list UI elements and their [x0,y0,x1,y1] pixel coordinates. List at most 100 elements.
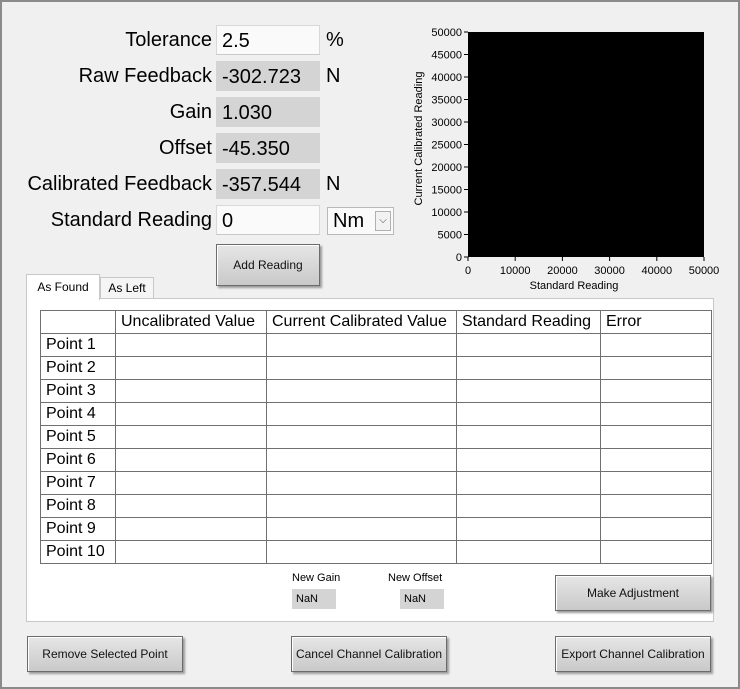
table-cell[interactable] [456,402,601,426]
table-cell[interactable] [115,333,267,357]
table-cell[interactable] [115,494,267,518]
table-cell[interactable] [600,333,712,357]
export-channel-calibration-button[interactable]: Export Channel Calibration [555,636,711,672]
table-cell[interactable] [456,494,601,518]
table-cell[interactable] [266,494,457,518]
table-cell[interactable] [266,425,457,449]
table-cell[interactable] [600,379,712,403]
calibrated-feedback-indicator: -357.544 [216,169,320,199]
table-row[interactable]: Point 9 [40,517,712,541]
table-row[interactable]: Point 6 [40,448,712,472]
row-header: Point 2 [40,356,116,380]
table-cell[interactable] [456,517,601,541]
column-header-uncalibrated-value: Uncalibrated Value [115,310,267,334]
table-cell[interactable] [266,333,457,357]
y-tick-label: 45000 [431,50,462,62]
table-row[interactable]: Point 5 [40,425,712,449]
table-row[interactable]: Point 4 [40,402,712,426]
x-tick-label: 0 [465,265,471,277]
table-cell[interactable] [600,448,712,472]
table-row[interactable]: Point 10 [40,540,712,564]
table-cell[interactable] [266,402,457,426]
table-cell[interactable] [115,356,267,380]
new-offset-label: New Offset [388,572,443,584]
row-header: Point 6 [40,448,116,472]
remove-selected-point-button[interactable]: Remove Selected Point [27,636,183,672]
table-cell[interactable] [600,517,712,541]
table-cell[interactable] [600,540,712,564]
table-cell[interactable] [115,402,267,426]
new-gain-label: New Gain [292,572,341,584]
table-cell[interactable] [266,540,457,564]
tolerance-unit: % [326,29,344,51]
table-cell[interactable] [600,425,712,449]
table-cell[interactable] [115,379,267,403]
offset-indicator: -45.350 [216,133,320,163]
table-cell[interactable] [266,517,457,541]
table-cell[interactable] [456,448,601,472]
table-cell[interactable] [266,448,457,472]
standard-reading-input[interactable]: 0 [216,205,320,235]
table-cell[interactable] [115,425,267,449]
chevron-down-icon[interactable]: ⌵ [375,211,391,231]
x-tick-label: 10000 [500,265,531,277]
tab-as-found[interactable]: As Found [26,274,100,300]
plot-area[interactable] [468,32,704,257]
x-tick-label: 20000 [547,265,578,277]
chart-svg: 0 5000 10000 15000 20000 25000 30000 35000 40000… [413,27,720,292]
table-row[interactable]: Point 7 [40,471,712,495]
tolerance-input[interactable]: 2.5 [216,25,320,55]
table-cell[interactable] [600,494,712,518]
add-reading-button[interactable]: Add Reading [216,244,320,286]
column-header-current-calibrated-value: Current Calibrated Value [266,310,457,334]
table-cell[interactable] [600,356,712,380]
y-tick-label: 50000 [431,27,462,39]
row-header: Point 4 [40,402,116,426]
table-row[interactable]: Point 2 [40,356,712,380]
table-cell[interactable] [456,379,601,403]
table-cell[interactable] [456,333,601,357]
calibrated-feedback-unit: N [326,173,341,195]
table-cell[interactable] [266,471,457,495]
column-header-standard-reading: Standard Reading [456,310,601,334]
row-header: Point 3 [40,379,116,403]
table-cell[interactable] [266,356,457,380]
table-cell[interactable] [115,540,267,564]
table-row[interactable]: Point 8 [40,494,712,518]
y-tick-label: 35000 [431,95,462,107]
cancel-channel-calibration-button[interactable]: Cancel Channel Calibration [291,636,447,672]
y-tick-label: 0 [456,252,462,264]
unit-select[interactable]: Nm ⌵ [327,207,394,235]
table-row[interactable]: Point 1 [40,333,712,357]
table-cell[interactable] [456,540,601,564]
y-tick-label: 10000 [431,207,462,219]
table-cell[interactable] [600,402,712,426]
table-cell[interactable] [115,471,267,495]
calibrated-feedback-label: Calibrated Feedback [27,173,212,195]
table-row[interactable]: Point 3 [40,379,712,403]
table-cell[interactable] [456,356,601,380]
table-cell[interactable] [456,425,601,449]
tolerance-label: Tolerance [125,29,212,51]
row-header: Point 9 [40,517,116,541]
calibration-points-table[interactable]: Uncalibrated Value Current Calibrated Va… [40,310,712,564]
table-cell[interactable] [456,471,601,495]
y-tick-label: 5000 [438,230,462,242]
row-header: Point 5 [40,425,116,449]
y-tick-label: 30000 [431,117,462,129]
row-header: Point 7 [40,471,116,495]
y-tick-label: 25000 [431,140,462,152]
x-tick-label: 50000 [689,265,720,277]
gain-label: Gain [169,101,212,123]
row-header: Point 8 [40,494,116,518]
raw-feedback-unit: N [326,65,341,87]
make-adjustment-button[interactable]: Make Adjustment [555,575,711,611]
tab-as-left[interactable]: As Left [100,277,154,299]
row-header: Point 1 [40,333,116,357]
table-cell[interactable] [115,517,267,541]
table-cell[interactable] [266,379,457,403]
table-cell[interactable] [115,448,267,472]
table-cell[interactable] [600,471,712,495]
offset-label: Offset [159,137,212,159]
new-offset-indicator: NaN [400,589,444,609]
